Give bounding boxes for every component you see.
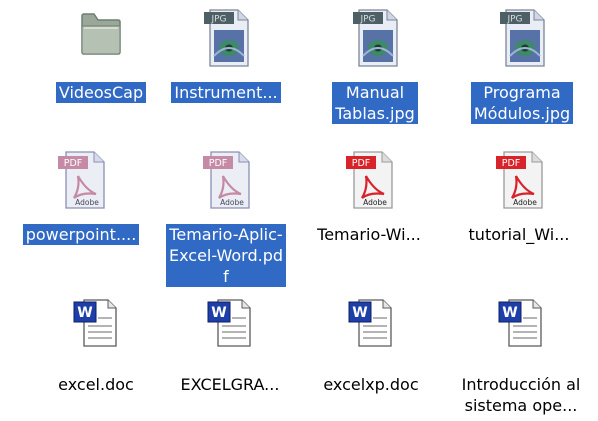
svg-text:JPG: JPG bbox=[210, 15, 226, 25]
file-item-instrument[interactable]: JPG Instrument... bbox=[151, 8, 301, 103]
file-item-temario-aplic[interactable]: PDF Adobe Temario-Aplic- Excel-Word.pd f bbox=[151, 150, 301, 287]
svg-text:W: W bbox=[77, 305, 92, 321]
svg-text:JPG: JPG bbox=[506, 15, 522, 25]
svg-text:Adobe: Adobe bbox=[220, 198, 244, 207]
file-item-excelgra[interactable]: W EXCELGRA... bbox=[155, 296, 305, 395]
jpg-file-icon: JPG bbox=[300, 8, 450, 72]
file-item-manual-tablas[interactable]: JPG Manual Tablas.jpg bbox=[300, 8, 450, 124]
svg-text:W: W bbox=[352, 305, 367, 321]
svg-text:Adobe: Adobe bbox=[513, 198, 537, 207]
jpg-file-icon: JPG bbox=[151, 8, 301, 72]
svg-text:W: W bbox=[502, 305, 517, 321]
file-item-tutorial-wi[interactable]: PDF Adobe tutorial_Wi... bbox=[444, 150, 594, 245]
file-label: VideosCap bbox=[55, 82, 147, 103]
svg-text:Adobe: Adobe bbox=[75, 198, 99, 207]
file-label: tutorial_Wi... bbox=[468, 225, 570, 244]
pdf-file-icon: PDF Adobe bbox=[6, 150, 156, 214]
jpg-file-icon: JPG bbox=[447, 8, 597, 72]
svg-text:PDF: PDF bbox=[209, 158, 228, 169]
word-doc-icon: W bbox=[446, 296, 596, 360]
file-label: Temario-Aplic- Excel-Word.pd f bbox=[165, 224, 287, 287]
word-doc-icon: W bbox=[21, 296, 171, 360]
file-label: powerpoint.... bbox=[22, 224, 140, 245]
svg-text:PDF: PDF bbox=[502, 158, 521, 169]
pdf-file-icon: PDF Adobe bbox=[294, 150, 444, 214]
file-label: Manual Tablas.jpg bbox=[332, 82, 418, 124]
file-label: Temario-Wi... bbox=[317, 225, 421, 244]
file-item-powerpoint[interactable]: PDF Adobe powerpoint.... bbox=[6, 150, 156, 245]
word-doc-icon: W bbox=[296, 296, 446, 360]
file-label: Programa Módulos.jpg bbox=[470, 82, 574, 124]
file-label: EXCELGRA... bbox=[180, 375, 280, 394]
file-item-temario-wi[interactable]: PDF Adobe Temario-Wi... bbox=[294, 150, 444, 245]
word-doc-icon: W bbox=[155, 296, 305, 360]
svg-text:PDF: PDF bbox=[64, 158, 83, 169]
file-label: Introducción al sistema ope... bbox=[461, 375, 581, 415]
file-label: excelxp.doc bbox=[323, 375, 419, 394]
file-item-excel-doc[interactable]: W excel.doc bbox=[21, 296, 171, 395]
svg-text:JPG: JPG bbox=[359, 15, 375, 25]
pdf-file-icon: PDF Adobe bbox=[151, 150, 301, 214]
pdf-file-icon: PDF Adobe bbox=[444, 150, 594, 214]
svg-text:W: W bbox=[211, 305, 226, 321]
file-label: Instrument... bbox=[171, 82, 281, 103]
svg-text:Adobe: Adobe bbox=[363, 198, 387, 207]
file-item-introduccion[interactable]: W Introducción al sistema ope... bbox=[446, 296, 596, 416]
svg-text:PDF: PDF bbox=[352, 158, 371, 169]
file-item-excelxp-doc[interactable]: W excelxp.doc bbox=[296, 296, 446, 395]
file-item-programa-modulos[interactable]: JPG Programa Módulos.jpg bbox=[447, 8, 597, 124]
file-label: excel.doc bbox=[58, 375, 134, 394]
